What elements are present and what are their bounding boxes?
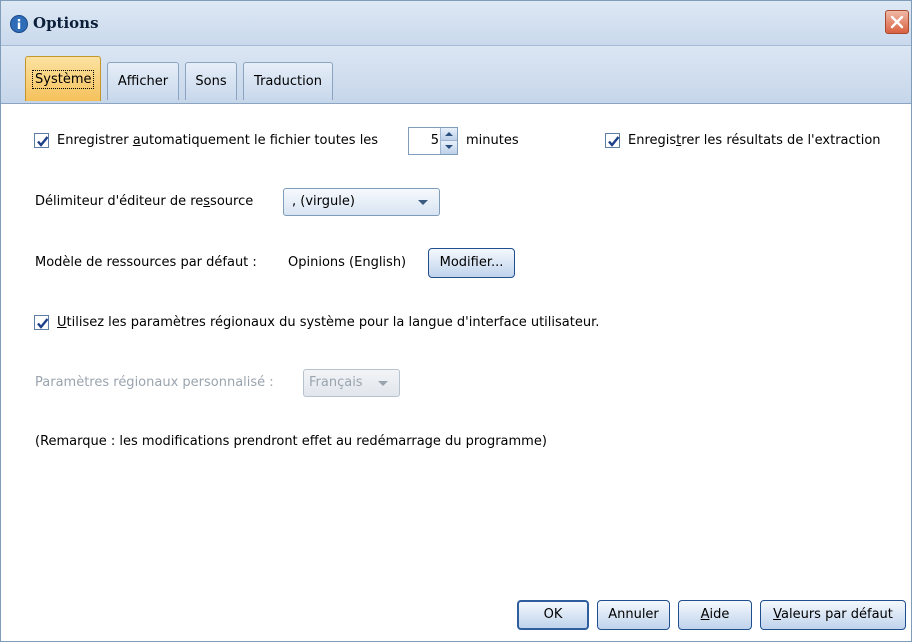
help-button[interactable]: Aide xyxy=(678,600,752,630)
tab-traduction[interactable]: Traduction xyxy=(243,62,333,100)
tab-panel-systeme: Enregistrer automatiquement le fichier t… xyxy=(1,104,911,641)
custom-locale-label: Paramètres régionaux personnalisé : xyxy=(35,375,274,390)
cancel-button[interactable]: Annuler xyxy=(597,600,670,630)
close-button[interactable] xyxy=(885,10,909,34)
chevron-down-icon xyxy=(418,200,428,205)
save-extraction-label: Enregistrer les résultats de l'extractio… xyxy=(628,133,881,148)
autosave-label: Enregistrer automatiquement le fichier t… xyxy=(57,133,379,148)
title-bar[interactable]: Options xyxy=(1,1,911,46)
restore-defaults-button[interactable]: Valeurs par défaut xyxy=(760,600,906,630)
tab-afficher[interactable]: Afficher xyxy=(107,62,179,100)
tab-systeme[interactable]: Système xyxy=(25,56,101,101)
tab-label: Traduction xyxy=(254,74,322,89)
chevron-down-icon xyxy=(378,381,388,386)
window-title: Options xyxy=(33,14,99,32)
autosave-minutes-value[interactable]: 5 xyxy=(409,128,439,154)
check-icon xyxy=(37,318,49,329)
modifier-button[interactable]: Modifier... xyxy=(428,248,515,278)
delimiter-label: Délimiteur d'éditeur de ressource xyxy=(35,194,254,209)
autosave-unit: minutes xyxy=(466,133,519,148)
tab-label: Afficher xyxy=(117,74,169,89)
delimiter-value: , (virgule) xyxy=(292,194,355,209)
spin-down-button[interactable] xyxy=(441,141,457,154)
autosave-checkbox[interactable] xyxy=(34,133,49,148)
options-dialog: Options Système Afficher Sons Traduction xyxy=(0,0,912,642)
use-system-locale-label: Utilisez les paramètres régionaux du sys… xyxy=(57,315,600,330)
restart-note: (Remarque : les modifications prendront … xyxy=(35,434,547,449)
resource-template-value: Opinions (English) xyxy=(288,255,407,270)
save-extraction-checkbox[interactable] xyxy=(605,133,620,148)
tab-sons[interactable]: Sons xyxy=(185,62,237,100)
custom-locale-select: Français xyxy=(303,369,400,397)
spin-up-button[interactable] xyxy=(441,128,457,141)
close-icon xyxy=(890,15,904,29)
use-system-locale-checkbox[interactable] xyxy=(34,315,49,330)
info-icon xyxy=(10,15,28,33)
arrow-up-icon xyxy=(445,132,453,136)
custom-locale-value: Français xyxy=(309,375,363,390)
delimiter-select[interactable]: , (virgule) xyxy=(283,188,440,216)
check-icon xyxy=(608,136,620,147)
tab-label: Système xyxy=(32,70,95,89)
arrow-down-icon xyxy=(445,145,453,149)
spinner-buttons xyxy=(440,128,457,154)
resource-template-label: Modèle de ressources par défaut : xyxy=(35,255,257,270)
ok-button[interactable]: OK xyxy=(517,600,589,630)
autosave-minutes-stepper[interactable]: 5 xyxy=(408,127,458,155)
tab-strip: Système Afficher Sons Traduction xyxy=(1,46,911,104)
tab-label: Sons xyxy=(195,74,227,89)
check-icon xyxy=(37,136,49,147)
